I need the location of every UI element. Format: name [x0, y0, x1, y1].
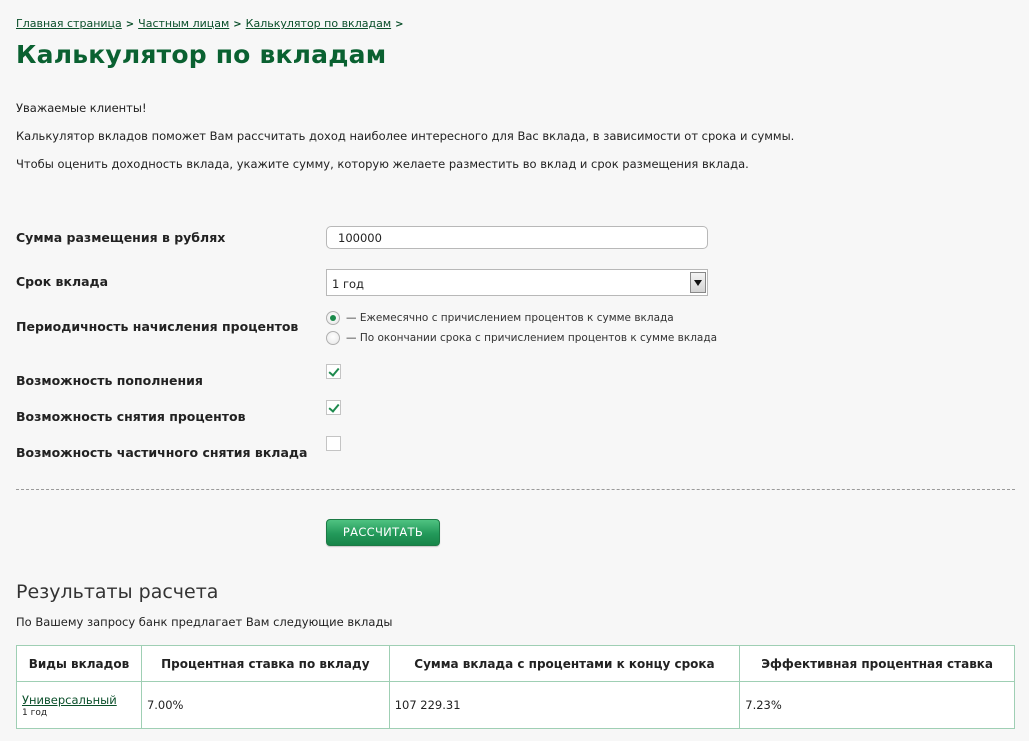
deposit-name-link[interactable]: Универсальный: [22, 693, 136, 707]
replenishment-checkbox[interactable]: [326, 364, 341, 379]
breadcrumb: Главная страница > Частным лицам > Калькулят…: [16, 17, 408, 30]
rate-cell: 7.00%: [140, 681, 390, 729]
term-select[interactable]: 1 год: [326, 269, 708, 296]
breadcrumb-separator-icon: >: [395, 19, 404, 30]
form-divider: [16, 489, 1015, 490]
page-title: Калькулятор по вкладам: [16, 40, 387, 69]
chevron-down-icon[interactable]: [690, 272, 706, 293]
column-header-deposit-type: Виды вкладов: [16, 645, 142, 682]
term-select-value: 1 год: [332, 277, 365, 291]
column-header-total: Сумма вклада с процентами к концу срока: [388, 645, 741, 682]
breadcrumb-link-calculator[interactable]: Калькулятор по вкладам: [246, 17, 391, 30]
term-label: Срок вклада: [16, 274, 109, 289]
breadcrumb-separator-icon: >: [125, 19, 135, 30]
results-title: Результаты расчета: [16, 581, 219, 603]
replenishment-label: Возможность пополнения: [16, 373, 203, 388]
effective-rate-cell: 7.23%: [739, 681, 1015, 729]
partial-withdrawal-label: Возможность частичного снятия вклада: [16, 445, 308, 460]
breadcrumb-link-private[interactable]: Частным лицам: [138, 17, 229, 30]
deposit-type-cell: Универсальный 1 год: [16, 681, 142, 729]
intro-instruction: Чтобы оценить доходность вклада, укажите…: [16, 157, 749, 171]
table-row: Универсальный 1 год 7.00% 107 229.31 7.2…: [16, 681, 1015, 729]
breadcrumb-link-home[interactable]: Главная страница: [16, 17, 122, 30]
amount-input[interactable]: [326, 226, 708, 249]
periodicity-option-label: — По окончании срока с причислением проц…: [346, 332, 718, 344]
intro-description: Калькулятор вкладов поможет Вам рассчита…: [16, 129, 795, 143]
periodicity-label: Периодичность начисления процентов: [16, 319, 299, 334]
total-cell: 107 229.31: [388, 681, 741, 729]
results-table: Виды вкладов Процентная ставка по вкладу…: [16, 645, 1015, 729]
radio-button-checked[interactable]: [326, 311, 340, 325]
breadcrumb-separator-icon: >: [233, 19, 242, 30]
results-header-row: Виды вкладов Процентная ставка по вкладу…: [16, 645, 1015, 682]
column-header-rate: Процентная ставка по вкладу: [140, 645, 390, 682]
interest-withdrawal-label: Возможность снятия процентов: [16, 409, 246, 424]
intro-greeting: Уважаемые клиенты!: [16, 101, 147, 115]
deposit-term: 1 год: [22, 707, 48, 718]
column-header-effective-rate: Эффективная процентная ставка: [739, 645, 1015, 682]
periodicity-option-label: — Ежемесячно с причислением процентов к …: [346, 312, 674, 324]
calculate-button[interactable]: РАССЧИТАТЬ: [326, 519, 440, 546]
results-note: По Вашему запросу банк предлагает Вам сл…: [16, 615, 393, 629]
amount-label: Сумма размещения в рублях: [16, 230, 226, 245]
radio-button[interactable]: [326, 331, 340, 345]
interest-withdrawal-checkbox[interactable]: [326, 400, 341, 415]
partial-withdrawal-checkbox[interactable]: [326, 436, 341, 451]
